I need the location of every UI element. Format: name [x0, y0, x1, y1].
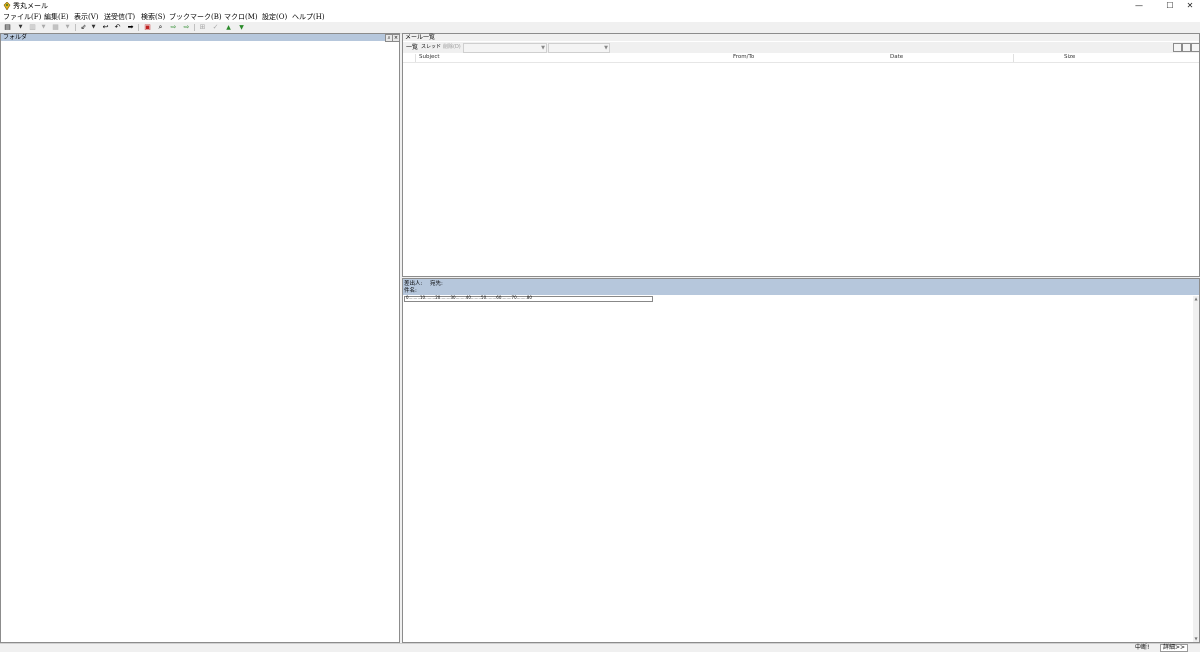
close-icon[interactable]: × — [392, 34, 400, 42]
delete-button[interactable]: 削除(D) — [443, 43, 461, 52]
folder-pane-title: フォルダ — [3, 34, 28, 41]
menu-file[interactable]: ファイル(F) — [3, 12, 41, 22]
mail-list-column-header: Subject From/To Date Size — [403, 53, 1199, 63]
menu-edit[interactable]: 編集(E) — [44, 12, 69, 22]
next-mail-icon[interactable]: ⇨ — [182, 23, 191, 32]
menu-sendrecv[interactable]: 送受信(T) — [104, 12, 135, 22]
forward-icon[interactable]: ➡ — [126, 23, 135, 32]
mail-list-pane[interactable]: メール一覧 一覧 スレッド 削除(D) ▼ ▼ Subject From/To … — [402, 33, 1200, 277]
mail-tab-bar: 一覧 スレッド 削除(D) ▼ ▼ — [403, 42, 1200, 53]
preview-pane[interactable]: 差出人: 宛先: 件名: 0.........10........20.....… — [402, 278, 1200, 643]
delete-icon[interactable]: ▣ — [143, 23, 152, 32]
column-separator — [1013, 54, 1014, 62]
chevron-down-icon[interactable]: ▼ — [41, 23, 46, 32]
from-label: 差出人: — [404, 281, 423, 287]
column-separator — [415, 54, 416, 62]
mail-pane-header: メール一覧 — [403, 34, 1199, 41]
chevron-down-icon[interactable]: ▼ — [18, 23, 23, 32]
tab-list[interactable]: 一覧 — [406, 43, 418, 52]
preview-header: 差出人: 宛先: 件名: — [403, 279, 1199, 295]
to-label: 宛先: — [430, 281, 443, 287]
mail-pane-title: メール一覧 — [405, 34, 436, 41]
address-book-icon[interactable]: ▦ — [51, 23, 60, 32]
toolbar-separator — [194, 24, 195, 31]
menu-bookmark[interactable]: ブックマーク(B) — [169, 12, 222, 22]
folder-pane-header: フォルダ ⌕ × — [1, 34, 400, 42]
menu-macro[interactable]: マクロ(M) — [224, 12, 258, 22]
column-from-to[interactable]: From/To — [733, 53, 754, 62]
chevron-down-icon: ▼ — [541, 45, 545, 51]
maximize-button[interactable]: ☐ — [1160, 1, 1180, 11]
toolbar-separator — [138, 24, 139, 31]
filter-icon[interactable]: ⊞ — [198, 23, 207, 32]
app-logo-icon — [3, 2, 11, 10]
next-unread-icon[interactable]: ⇨ — [169, 23, 178, 32]
tab-thread[interactable]: スレッド — [421, 43, 441, 52]
chevron-down-icon[interactable]: ▼ — [91, 23, 96, 32]
subject-label: 件名: — [404, 288, 417, 294]
window-title: 秀丸メール — [13, 2, 48, 10]
menu-settings[interactable]: 設定(O) — [262, 12, 287, 22]
receive-icon[interactable]: ⇙ — [79, 23, 88, 32]
menu-search[interactable]: 検索(S) — [141, 12, 165, 22]
check-icon[interactable]: ✓ — [211, 23, 220, 32]
title-bar: 秀丸メール — ☐ ✕ — [0, 0, 1200, 12]
scroll-down-icon[interactable]: ▼ — [1193, 636, 1199, 642]
save-icon[interactable]: ▤ — [3, 23, 12, 32]
search-combo[interactable]: ▼ — [548, 43, 610, 53]
down-icon[interactable]: ▼ — [237, 23, 246, 32]
reply-icon[interactable]: ↩ — [101, 23, 110, 32]
minimize-button[interactable]: — — [1129, 1, 1149, 11]
up-icon[interactable]: ▲ — [224, 23, 233, 32]
menu-view[interactable]: 表示(V) — [74, 12, 99, 22]
chevron-down-icon[interactable]: ▼ — [65, 23, 70, 32]
folder-pane[interactable]: フォルダ ⌕ × — [0, 33, 400, 643]
column-date[interactable]: Date — [890, 53, 903, 62]
search-icon[interactable]: ⌕ — [156, 23, 165, 32]
ruler: 0.........10........20........30........… — [404, 295, 653, 302]
filter-combo[interactable]: ▼ — [463, 43, 547, 53]
layout-view-icon[interactable] — [1182, 43, 1191, 52]
list-view-icon[interactable] — [1191, 43, 1200, 52]
close-button[interactable]: ✕ — [1180, 1, 1200, 11]
column-subject[interactable]: Subject — [419, 53, 440, 62]
reply-all-icon[interactable]: ↶ — [113, 23, 122, 32]
scroll-up-icon[interactable]: ▲ — [1193, 296, 1199, 302]
toolbar-separator — [75, 24, 76, 31]
chevron-down-icon: ▼ — [604, 45, 608, 51]
menu-bar: ファイル(F) 編集(E) 表示(V) 送受信(T) 検索(S) ブックマーク(… — [0, 12, 1200, 22]
ruler-scale: 0.........10........20........30........… — [406, 295, 532, 300]
column-size[interactable]: Size — [1064, 53, 1075, 62]
layout-view-icon[interactable] — [1173, 43, 1182, 52]
vertical-scrollbar[interactable]: ▲ ▼ — [1193, 296, 1199, 642]
menu-help[interactable]: ヘルプ(H) — [292, 12, 325, 22]
print-icon[interactable]: ▥ — [28, 23, 37, 32]
